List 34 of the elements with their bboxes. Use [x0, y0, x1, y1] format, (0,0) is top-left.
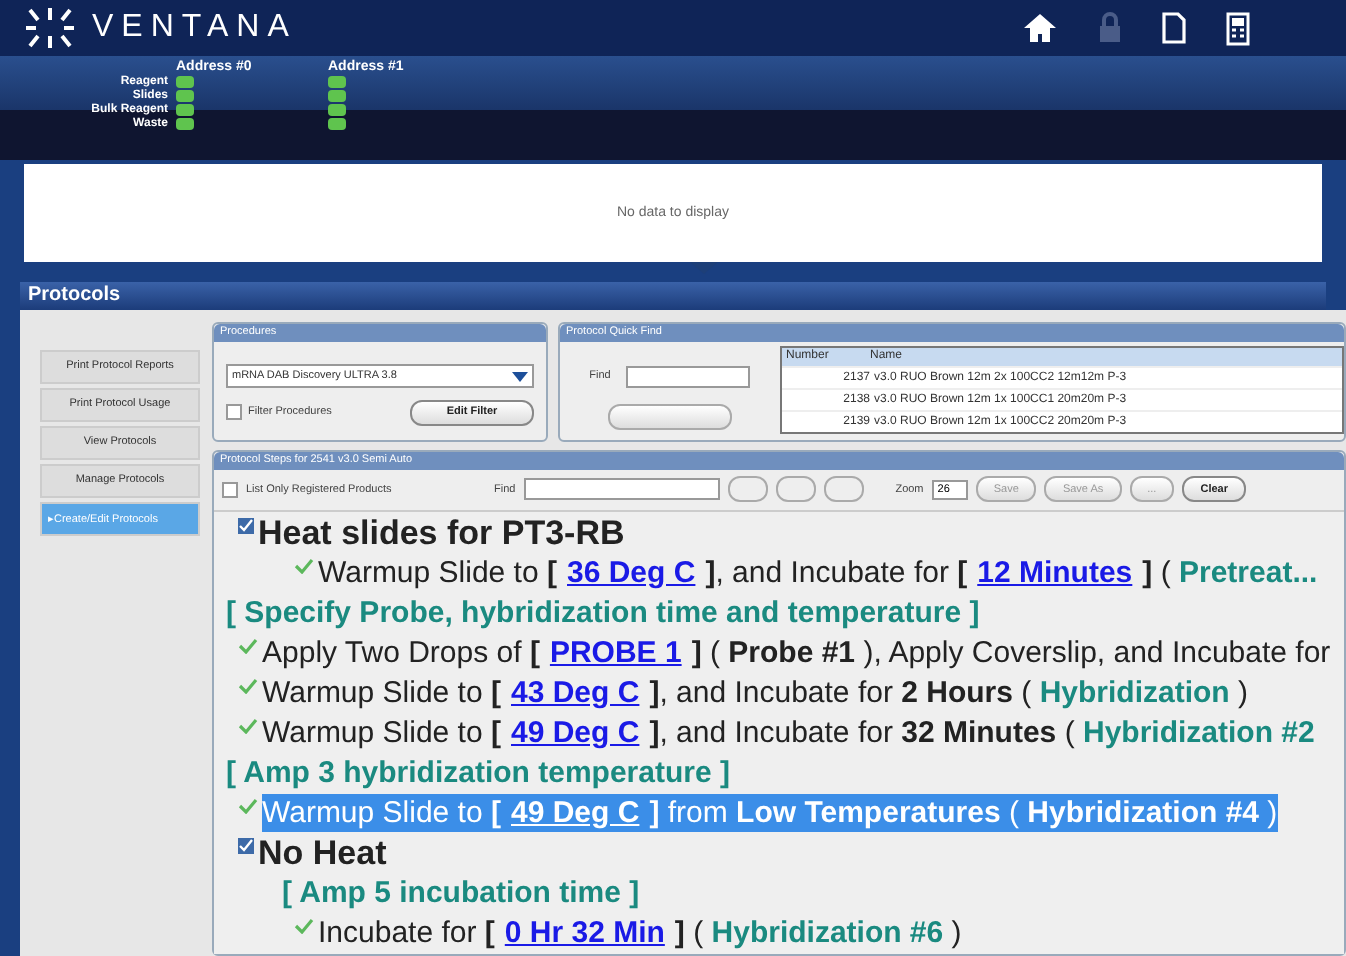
calculator-icon[interactable]	[1226, 11, 1250, 46]
protocol-step[interactable]: Incubate for [ 0 Hr 32 Min ] ( Hybridization #6 )	[318, 913, 962, 952]
next-button[interactable]	[823, 476, 864, 503]
section-title: Protocols	[28, 284, 121, 307]
find-field[interactable]	[626, 365, 751, 388]
filter-checkbox[interactable]	[226, 404, 242, 421]
protocol-step[interactable]: Apply Two Drops of [ PROBE 1 ] ( Probe #1 ), Apply Coverslip, and Incubate for	[262, 633, 1331, 672]
checkbox-icon	[238, 517, 254, 534]
stop-button[interactable]	[775, 476, 816, 503]
search-button[interactable]	[608, 403, 732, 430]
collapse-arrow-icon[interactable]	[690, 261, 718, 274]
check-icon	[294, 917, 314, 934]
check-icon	[238, 717, 258, 734]
check-icon	[294, 557, 314, 574]
brand-name: VENTANA	[92, 10, 297, 47]
registered-checkbox[interactable]	[222, 481, 238, 498]
logo-icon	[24, 6, 76, 51]
protocol-step[interactable]: [ Amp 3 hybridization temperature ]	[226, 753, 730, 792]
home-icon[interactable]	[1022, 12, 1058, 45]
protocol-step[interactable]: [ Amp 5 incubation time ]	[282, 873, 640, 912]
protocol-step[interactable]: [ Specify Probe, hybridization time and temperature ]	[226, 593, 980, 632]
previous-button[interactable]	[727, 476, 768, 503]
check-icon	[238, 637, 258, 654]
protocol-step[interactable]: Warmup Slide to [ 43 Deg C ], and Incubate for 2 Hours ( Hybridization )	[262, 673, 1249, 712]
check-icon	[238, 677, 258, 694]
protocol-step[interactable]: Warmup Slide to [ 36 Deg C ], and Incubate for [ 12 Minutes ] ( Pretreat...	[318, 553, 1318, 592]
protocol-step[interactable]: Heat slides for PT3-RB	[258, 513, 625, 552]
protocol-step[interactable]: No Heat	[258, 833, 387, 872]
find-field[interactable]	[523, 478, 720, 501]
dropdown-arrow-icon[interactable]	[512, 367, 528, 384]
document-icon[interactable]	[1162, 12, 1186, 45]
checkbox-icon	[238, 837, 254, 854]
check-icon	[238, 797, 258, 814]
protocol-step[interactable]: Warmup Slide to [ 49 Deg C ], and Incubate for 32 Minutes ( Hybridization #2	[262, 713, 1315, 752]
